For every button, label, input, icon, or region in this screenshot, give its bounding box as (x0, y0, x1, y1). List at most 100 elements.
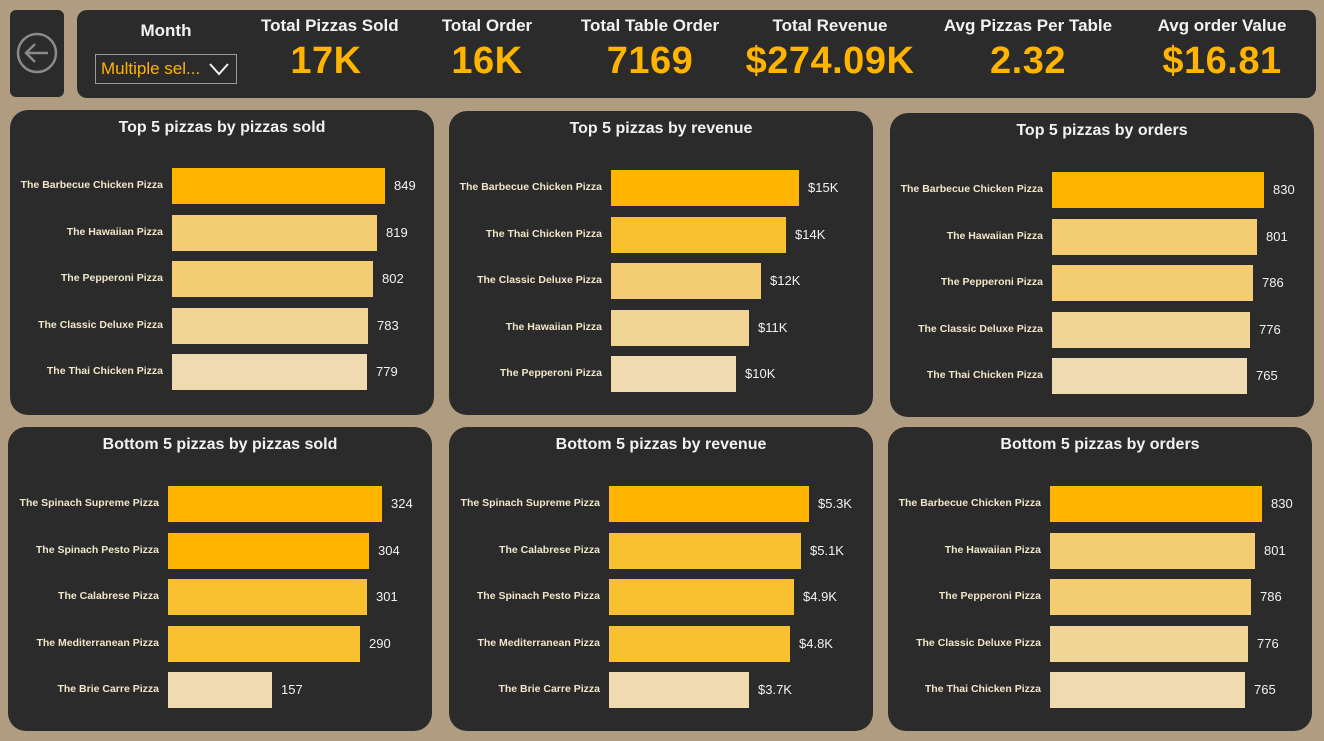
category-label: The Classic Deluxe Pizza (477, 274, 602, 286)
bar[interactable] (1050, 672, 1245, 708)
bar-row: The Classic Deluxe Pizza 783 (10, 307, 434, 344)
bar-row: The Thai Chicken Pizza 765 (890, 358, 1314, 394)
value-label: 324 (391, 496, 413, 511)
kpi-total-table-order: Total Table Order 7169 (574, 16, 726, 83)
category-label: The Pepperoni Pizza (499, 367, 602, 379)
category-label: The Calabrese Pizza (499, 543, 600, 556)
category-label: The Hawaiian Pizza (505, 320, 602, 333)
bar[interactable] (609, 486, 809, 522)
kpi-label: Avg Pizzas Per Table (943, 16, 1113, 35)
kpi-total-revenue: Total Revenue $274.09K (745, 16, 915, 83)
bar[interactable] (1050, 579, 1251, 615)
category-label: The Hawaiian Pizza (944, 543, 1041, 556)
chevron-down-icon (209, 63, 229, 76)
bar-row: The Spinach Supreme Pizza 324 (8, 486, 432, 522)
bar[interactable] (172, 214, 377, 251)
category-label: The Spinach Pesto Pizza (476, 590, 600, 602)
kpi-total-order: Total Order 16K (422, 16, 552, 83)
value-label: 776 (1257, 635, 1279, 651)
bar[interactable] (172, 168, 385, 204)
value-label: 819 (386, 224, 408, 240)
bar[interactable] (1050, 532, 1255, 569)
bar-row: The Spinach Pesto Pizza 304 (8, 532, 432, 569)
kpi-label: Total Revenue (772, 16, 888, 35)
value-label: 801 (1264, 542, 1286, 558)
bar-row: The Pepperoni Pizza $10K (449, 356, 873, 392)
bar-row: The Pepperoni Pizza 786 (890, 265, 1314, 301)
category-label: The Mediterranean Pizza (36, 636, 159, 649)
category-label: The Barbecue Chicken Pizza (459, 181, 602, 193)
category-label: The Classic Deluxe Pizza (918, 322, 1043, 335)
bar[interactable] (609, 625, 790, 662)
bar[interactable] (1052, 311, 1250, 348)
value-label: 765 (1256, 368, 1278, 383)
bar[interactable] (168, 579, 367, 615)
bar[interactable] (1052, 172, 1264, 208)
bar[interactable] (611, 170, 799, 206)
month-dropdown[interactable]: Multiple sel... (95, 54, 237, 84)
category-label: The Barbecue Chicken Pizza (898, 497, 1041, 509)
chart-title: Top 5 pizzas by revenue (569, 120, 753, 137)
bar-row: The Classic Deluxe Pizza $12K (449, 263, 873, 299)
bar-row: The Barbecue Chicken Pizza 830 (890, 172, 1314, 208)
kpi-value: 7169 (606, 40, 694, 82)
value-label: 779 (376, 364, 398, 379)
bar[interactable] (611, 356, 736, 392)
bar[interactable] (168, 672, 272, 708)
bar[interactable] (168, 486, 382, 522)
bar[interactable] (172, 307, 368, 344)
bar[interactable] (611, 216, 786, 253)
category-label: The Spinach Pesto Pizza (35, 543, 159, 556)
bar[interactable] (168, 625, 360, 662)
bar-row: The Hawaiian Pizza 801 (890, 218, 1314, 255)
value-label: 290 (369, 635, 391, 651)
bar[interactable] (1050, 625, 1248, 662)
value-label: 786 (1260, 589, 1282, 604)
bar[interactable] (611, 263, 761, 299)
value-label: 765 (1254, 682, 1276, 697)
chart-title: Bottom 5 pizzas by pizzas sold (102, 436, 338, 453)
bar-row: The Spinach Pesto Pizza $4.9K (449, 579, 873, 615)
category-label: The Hawaiian Pizza (66, 225, 163, 238)
value-label: 830 (1271, 496, 1293, 511)
value-label: $12K (770, 273, 801, 288)
kpi-avg-pizzas-per-table: Avg Pizzas Per Table 2.32 (943, 16, 1113, 83)
kpi-value: 2.32 (990, 40, 1066, 82)
value-label: $10K (745, 366, 776, 381)
value-label: 830 (1273, 182, 1295, 197)
kpi-value: 17K (290, 40, 362, 82)
value-label: 801 (1266, 228, 1288, 244)
bar[interactable] (611, 309, 749, 346)
category-label: The Mediterranean Pizza (477, 636, 600, 649)
value-label: 301 (376, 589, 398, 604)
bar-row: The Calabrese Pizza 301 (8, 579, 432, 615)
category-label: The Classic Deluxe Pizza (38, 318, 163, 331)
month-filter: Month Multiple sel... (95, 21, 239, 84)
chart-title: Top 5 pizzas by pizzas sold (118, 119, 326, 136)
kpi-total-pizzas-sold: Total Pizzas Sold 17K (261, 16, 399, 83)
bar[interactable] (609, 579, 794, 615)
chart-top5-revenue: Top 5 pizzas by revenue The Barbecue Chi… (449, 111, 873, 415)
category-label: The Thai Chicken Pizza (46, 365, 163, 377)
bar[interactable] (1050, 486, 1262, 522)
bar[interactable] (1052, 265, 1253, 301)
chart-title: Bottom 5 pizzas by orders (1000, 436, 1200, 453)
bar[interactable] (172, 261, 373, 297)
bar[interactable] (168, 532, 369, 569)
bar[interactable] (1052, 218, 1257, 255)
bar[interactable] (172, 354, 367, 390)
bar-row: The Pepperoni Pizza 802 (10, 261, 434, 297)
chart-title: Bottom 5 pizzas by revenue (555, 436, 767, 453)
bar-row: The Mediterranean Pizza 290 (8, 625, 432, 662)
chart-top5-pizzas-sold: Top 5 pizzas by pizzas sold The Barbecue… (10, 110, 434, 415)
value-label: 783 (377, 317, 399, 333)
back-arrow-icon[interactable] (15, 31, 59, 75)
chart-title: Top 5 pizzas by orders (1016, 122, 1188, 139)
bar-row: The Mediterranean Pizza $4.8K (449, 625, 873, 662)
bar[interactable] (1052, 358, 1247, 394)
kpi-avg-order-value: Avg order Value $16.81 (1151, 16, 1293, 83)
category-label: The Hawaiian Pizza (946, 229, 1043, 242)
bar[interactable] (609, 532, 801, 569)
category-label: The Classic Deluxe Pizza (916, 636, 1041, 649)
bar[interactable] (609, 672, 749, 708)
